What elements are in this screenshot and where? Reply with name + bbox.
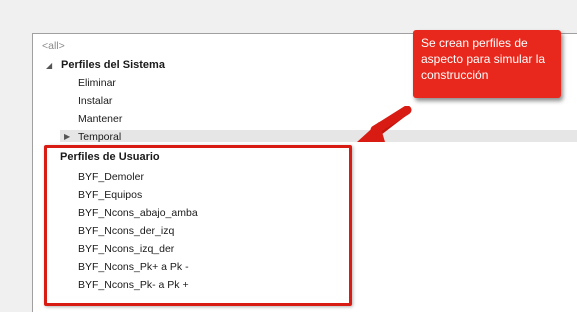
pointer-arrow-icon xyxy=(357,106,412,142)
annotation-callout: Se crean perfiles de aspecto para simula… xyxy=(413,30,561,98)
tree-item-system-1[interactable]: Instalar xyxy=(78,94,112,109)
highlight-box xyxy=(44,145,352,306)
collapsed-arrow-icon[interactable]: ▶ xyxy=(64,130,70,142)
tree-item-system-0[interactable]: Eliminar xyxy=(78,76,116,91)
tree-item-all[interactable]: <all> xyxy=(42,39,65,54)
tree-group-system-profiles[interactable]: Perfiles del Sistema xyxy=(61,58,165,73)
tree-item-temporal-label: Temporal xyxy=(78,131,122,142)
expand-arrow-icon[interactable]: ◢ xyxy=(46,58,52,73)
callout-text: Se crean perfiles de aspecto para simula… xyxy=(421,36,546,82)
tree-item-temporal[interactable]: ▶ Temporal xyxy=(60,130,577,142)
tree-item-system-2[interactable]: Mantener xyxy=(78,112,122,127)
